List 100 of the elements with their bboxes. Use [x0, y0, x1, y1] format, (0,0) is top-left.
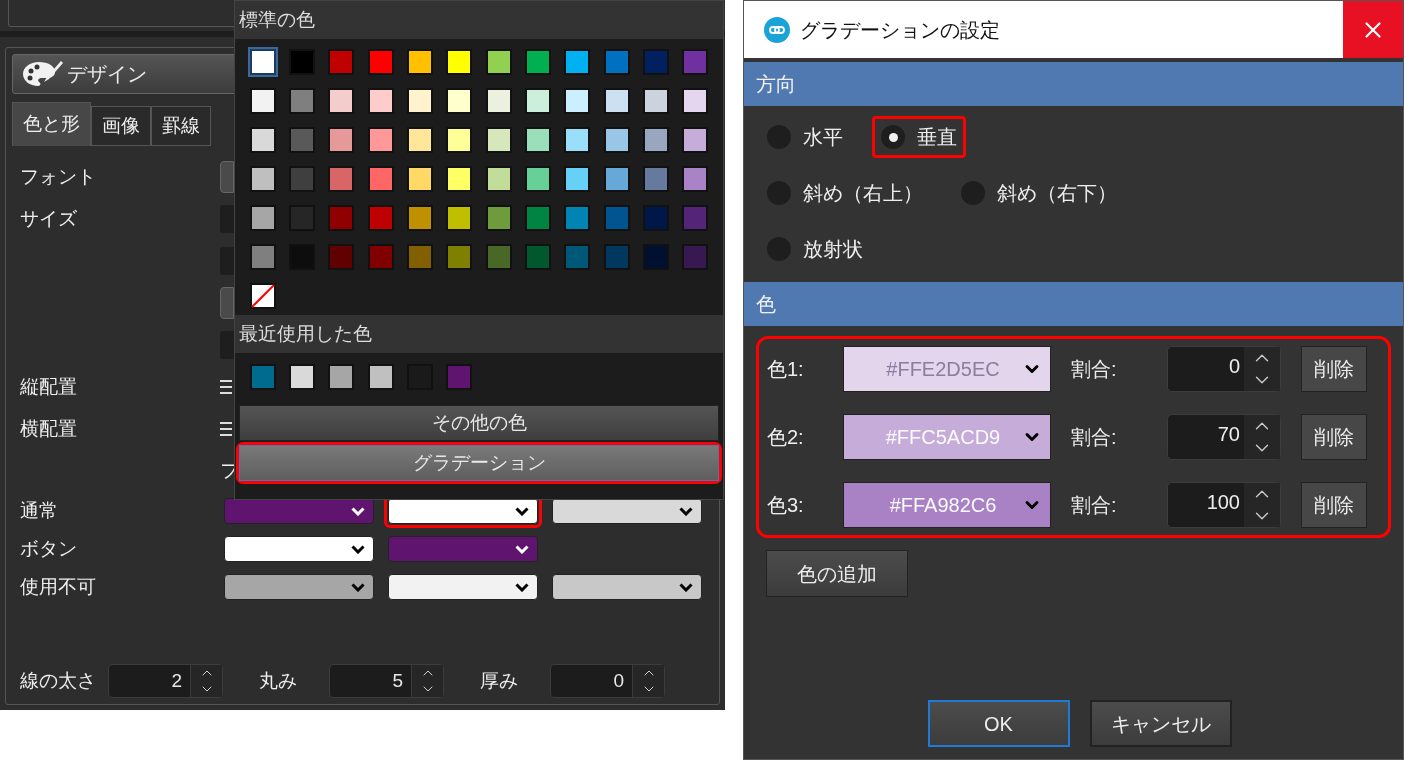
- color-swatch[interactable]: [603, 88, 630, 114]
- color-swatch[interactable]: [407, 88, 433, 114]
- color-dropdown[interactable]: [552, 498, 702, 524]
- color-swatch[interactable]: [289, 127, 315, 153]
- recent-color-swatch[interactable]: [367, 364, 394, 390]
- color-swatch[interactable]: [446, 244, 473, 270]
- color-swatch[interactable]: [603, 166, 630, 192]
- color-swatch[interactable]: [603, 127, 630, 153]
- color-dropdown[interactable]: [224, 498, 374, 524]
- color-swatch[interactable]: [407, 127, 433, 153]
- color-swatch[interactable]: [682, 127, 709, 153]
- color-swatch[interactable]: [603, 244, 630, 270]
- field-edge[interactable]: [220, 247, 234, 275]
- color-swatch[interactable]: [249, 49, 276, 75]
- color-swatch[interactable]: [682, 166, 709, 192]
- color-swatch[interactable]: [525, 205, 551, 231]
- color-swatch[interactable]: [407, 244, 433, 270]
- color-swatch[interactable]: [328, 205, 355, 231]
- color-swatch[interactable]: [407, 166, 433, 192]
- color-swatch[interactable]: [446, 49, 473, 75]
- popup-button[interactable]: その他の色: [239, 405, 719, 441]
- color-swatch[interactable]: [564, 127, 591, 153]
- color-swatch[interactable]: [328, 88, 355, 114]
- color-swatch[interactable]: [485, 88, 512, 114]
- color-swatch[interactable]: [249, 88, 276, 114]
- color-dropdown[interactable]: [224, 536, 374, 562]
- close-button[interactable]: [1343, 1, 1403, 58]
- color-swatch[interactable]: [682, 88, 709, 114]
- color-swatch[interactable]: [485, 244, 512, 270]
- color-swatch[interactable]: [564, 166, 591, 192]
- color-swatch[interactable]: [446, 205, 473, 231]
- color-swatch[interactable]: [525, 49, 551, 75]
- align-lines-icon[interactable]: [220, 379, 232, 395]
- color-swatch[interactable]: [407, 205, 433, 231]
- color-dropdown[interactable]: [388, 574, 538, 600]
- color-swatch[interactable]: [367, 244, 394, 270]
- color-swatch[interactable]: [367, 166, 394, 192]
- color-swatch[interactable]: [289, 49, 315, 75]
- color-swatch[interactable]: [525, 88, 551, 114]
- color-swatch[interactable]: [328, 244, 355, 270]
- tab[interactable]: 罫線: [151, 106, 211, 146]
- color-swatch[interactable]: [643, 205, 669, 231]
- color-dropdown[interactable]: [552, 574, 702, 600]
- popup-button[interactable]: グラデーション: [239, 445, 719, 481]
- color-swatch[interactable]: [367, 49, 394, 75]
- color-swatch[interactable]: [446, 88, 473, 114]
- add-color-button[interactable]: 色の追加: [766, 550, 908, 597]
- color-swatch[interactable]: [564, 244, 591, 270]
- color-swatch[interactable]: [289, 88, 315, 114]
- color-swatch[interactable]: [367, 88, 394, 114]
- color-swatch[interactable]: [643, 166, 669, 192]
- color-swatch[interactable]: [564, 205, 591, 231]
- color-swatch[interactable]: [328, 166, 355, 192]
- color-swatch[interactable]: [682, 244, 709, 270]
- recent-color-swatch[interactable]: [249, 364, 276, 390]
- color-swatch[interactable]: [328, 127, 355, 153]
- color-swatch[interactable]: [525, 166, 551, 192]
- color-swatch[interactable]: [485, 166, 512, 192]
- color-swatch[interactable]: [367, 205, 394, 231]
- color-swatch[interactable]: [603, 205, 630, 231]
- color-dropdown[interactable]: [224, 574, 374, 600]
- color-swatch[interactable]: [446, 166, 473, 192]
- recent-color-swatch[interactable]: [446, 364, 473, 390]
- color-swatch[interactable]: [564, 88, 591, 114]
- recent-color-swatch[interactable]: [328, 364, 355, 390]
- color-swatch[interactable]: [328, 49, 355, 75]
- field-edge[interactable]: [220, 205, 234, 233]
- color-swatch[interactable]: [289, 166, 315, 192]
- color-swatch[interactable]: [485, 49, 512, 75]
- tab[interactable]: 色と形: [12, 102, 91, 146]
- color-swatch[interactable]: [643, 49, 669, 75]
- recent-color-swatch[interactable]: [289, 364, 315, 390]
- color-swatch[interactable]: [643, 244, 669, 270]
- color-swatch[interactable]: [249, 244, 276, 270]
- color-swatch[interactable]: [446, 127, 473, 153]
- tab[interactable]: 画像: [91, 106, 151, 146]
- color-swatch[interactable]: [525, 244, 551, 270]
- color-swatch[interactable]: [682, 205, 709, 231]
- field-edge[interactable]: [220, 331, 234, 359]
- ratio-spinner[interactable]: 70: [1167, 414, 1281, 460]
- dialog-button[interactable]: キャンセル: [1089, 700, 1232, 747]
- delete-button[interactable]: 削除: [1301, 482, 1367, 528]
- ratio-spinner[interactable]: 100: [1167, 482, 1281, 528]
- color-swatch[interactable]: [249, 166, 276, 192]
- color-swatch[interactable]: [643, 127, 669, 153]
- dialog-button[interactable]: OK: [927, 700, 1070, 747]
- color-swatch[interactable]: [525, 127, 551, 153]
- align-lines-icon[interactable]: [220, 421, 232, 437]
- color-dropdown[interactable]: [388, 536, 538, 562]
- color-swatch[interactable]: [249, 205, 276, 231]
- color-swatch[interactable]: [682, 49, 709, 75]
- delete-button[interactable]: 削除: [1301, 414, 1367, 460]
- color-swatch[interactable]: [367, 127, 394, 153]
- no-color-swatch[interactable]: [249, 283, 276, 309]
- color-swatch[interactable]: [249, 127, 276, 153]
- color-swatch[interactable]: [485, 127, 512, 153]
- color-swatch[interactable]: [564, 49, 591, 75]
- color-swatch[interactable]: [603, 49, 630, 75]
- radio-button[interactable]: [881, 125, 905, 149]
- color-swatch[interactable]: [485, 205, 512, 231]
